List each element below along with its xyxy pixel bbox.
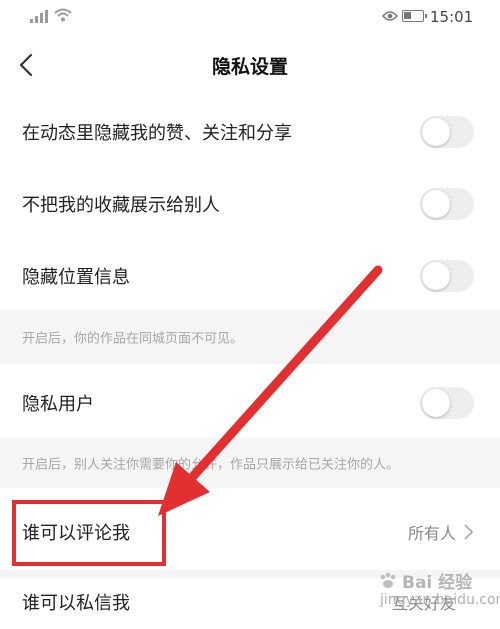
baidu-watermark: Bai 经验: [378, 568, 472, 593]
battery-icon: [402, 10, 427, 22]
header: 隐私设置: [0, 34, 500, 96]
setting-private-user[interactable]: 隐私用户: [0, 368, 500, 438]
chevron-right-icon: [464, 524, 474, 540]
watermark-url: jingyan.baidu.com: [380, 592, 500, 608]
setting-label: 隐私用户: [22, 394, 94, 415]
eye-icon: [382, 11, 398, 21]
setting-hide-favorites[interactable]: 不把我的收藏展示给别人: [0, 168, 500, 240]
comment-setting-value: 所有人: [407, 524, 456, 543]
setting-hide-activity[interactable]: 在动态里隐藏我的赞、关注和分享: [0, 96, 500, 168]
private-user-toggle[interactable]: [420, 387, 474, 419]
annotation-highlight-box: [12, 500, 166, 566]
watermark-brand: Bai 经验: [402, 573, 473, 593]
private-user-hint-text: 开启后，别人关注你需要你的允许，作品只展示给已关注你的人。: [22, 457, 400, 473]
setting-label: 谁可以私信我: [22, 593, 130, 614]
setting-label: 在动态里隐藏我的赞、关注和分享: [22, 123, 292, 144]
setting-label: 不把我的收藏展示给别人: [22, 195, 220, 216]
status-time: 15:01: [430, 8, 474, 26]
wifi-icon: [54, 8, 72, 22]
location-hint: 开启后，你的作品在同城页面不可见。: [0, 310, 500, 364]
location-hint-text: 开启后，你的作品在同城页面不可见。: [22, 331, 244, 347]
setting-hide-location[interactable]: 隐藏位置信息: [0, 240, 500, 312]
hide-favorites-toggle[interactable]: [420, 188, 474, 220]
private-user-hint: 开启后，别人关注你需要你的允许，作品只展示给已关注你的人。: [0, 438, 500, 488]
setting-label: 隐藏位置信息: [22, 267, 130, 288]
page-title: 隐私设置: [211, 56, 288, 78]
signal-icon: [30, 9, 48, 23]
screen: 15:01 隐私设置 在动态里隐藏我的赞、关注和分享 不把我的收藏展示给别人 隐…: [0, 0, 500, 629]
status-bar: 15:01: [0, 0, 500, 34]
paw-icon: [380, 572, 396, 588]
hide-activity-toggle[interactable]: [420, 116, 474, 148]
hide-location-toggle[interactable]: [420, 260, 474, 292]
